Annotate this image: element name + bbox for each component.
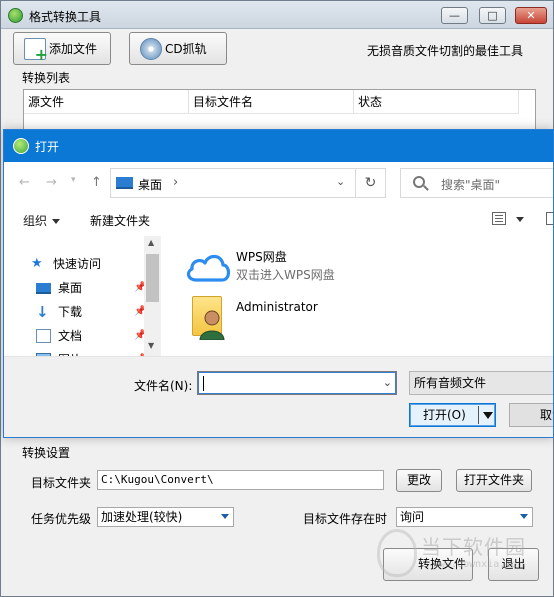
chevron-down-icon bbox=[221, 514, 229, 519]
dialog-app-icon bbox=[13, 138, 29, 154]
file-name: Administrator bbox=[236, 300, 318, 314]
dialog-title: 打开 bbox=[35, 140, 60, 154]
chevron-down-icon bbox=[52, 219, 61, 224]
file-subtitle: 双击进入WPS网盘 bbox=[236, 268, 335, 282]
nav-item-label: 快速访问 bbox=[53, 257, 102, 271]
cd-grab-button[interactable]: CD抓轨 bbox=[129, 32, 227, 65]
close-button[interactable]: ✕ bbox=[515, 7, 547, 24]
nav-item-label: 下载 bbox=[58, 305, 83, 319]
open-file-dialog: 打开 ← → ▾ ↑ 桌面 › ⌄ ↻ 搜索"桌面" 组织 新建文件夹 ★ 快速… bbox=[3, 129, 554, 438]
dialog-command-bar: 组织 新建文件夹 bbox=[4, 202, 553, 236]
convert-list-label: 转换列表 bbox=[22, 71, 71, 85]
search-input[interactable]: 搜索"桌面" bbox=[400, 168, 553, 198]
organize-label: 组织 bbox=[23, 214, 48, 228]
file-exists-select[interactable]: 询问 bbox=[396, 507, 533, 527]
filename-input[interactable]: ⌄ bbox=[197, 371, 397, 395]
scroll-up-icon[interactable]: ▲ bbox=[148, 238, 154, 247]
open-folder-button[interactable]: 打开文件夹 bbox=[456, 469, 532, 492]
add-file-label: 添加文件 bbox=[49, 42, 98, 56]
dialog-nav-row: ← → ▾ ↑ 桌面 › ⌄ ↻ 搜索"桌面" bbox=[4, 162, 553, 202]
view-options-icon[interactable] bbox=[492, 212, 506, 225]
nav-pane-scrollbar[interactable]: ▲ ▼ bbox=[144, 236, 161, 356]
chevron-down-icon[interactable] bbox=[483, 412, 493, 419]
chevron-down-icon[interactable]: ⌄ bbox=[336, 175, 345, 188]
user-avatar-icon bbox=[199, 310, 225, 340]
app-logo-icon bbox=[8, 8, 23, 23]
convert-button[interactable]: 转换文件 bbox=[383, 548, 473, 581]
refresh-button[interactable]: ↻ bbox=[356, 168, 386, 198]
target-folder-label: 目标文件夹 bbox=[31, 476, 92, 490]
chevron-down-icon[interactable]: ⌄ bbox=[383, 376, 392, 389]
maximize-button[interactable]: □ bbox=[479, 7, 506, 24]
cd-icon bbox=[140, 37, 162, 60]
desktop-icon bbox=[36, 283, 51, 294]
dialog-titlebar[interactable]: 打开 bbox=[4, 130, 553, 162]
change-folder-button[interactable]: 更改 bbox=[396, 469, 442, 492]
file-exists-label: 目标文件存在时 bbox=[303, 512, 388, 526]
add-file-button[interactable]: 添加文件 bbox=[13, 32, 111, 65]
filetype-select[interactable]: 所有音频文件 bbox=[409, 371, 553, 395]
scroll-down-icon[interactable]: ▼ bbox=[148, 341, 154, 350]
back-arrow-icon[interactable]: ← bbox=[19, 175, 30, 190]
app-titlebar[interactable]: 格式转换工具 — □ ✕ bbox=[1, 1, 553, 29]
chevron-down-icon[interactable] bbox=[516, 217, 524, 222]
nav-item-label: 桌面 bbox=[58, 281, 83, 295]
open-button[interactable]: 打开(O) bbox=[409, 403, 496, 427]
forward-arrow-icon[interactable]: → bbox=[46, 175, 57, 190]
document-icon bbox=[36, 329, 51, 343]
up-arrow-icon[interactable]: ↑ bbox=[91, 175, 102, 190]
organize-menu[interactable]: 组织 bbox=[23, 212, 61, 229]
priority-label: 任务优先级 bbox=[31, 512, 92, 526]
preview-pane-icon[interactable] bbox=[546, 212, 553, 225]
chevron-right-icon[interactable]: › bbox=[173, 175, 178, 190]
convert-settings-label: 转换设置 bbox=[22, 446, 71, 460]
split-divider bbox=[478, 406, 479, 424]
address-location[interactable]: 桌面 bbox=[138, 176, 162, 193]
desktop-icon bbox=[116, 177, 133, 189]
star-icon: ★ bbox=[31, 256, 43, 271]
cancel-button[interactable]: 取消 bbox=[509, 403, 553, 427]
add-file-icon bbox=[24, 37, 48, 64]
refresh-icon: ↻ bbox=[364, 175, 377, 191]
cd-grab-label: CD抓轨 bbox=[165, 42, 207, 56]
nav-item-label: 文档 bbox=[58, 329, 83, 343]
search-placeholder: 搜索"桌面" bbox=[441, 178, 501, 192]
app-slogan: 无损音质文件切割的最佳工具 bbox=[367, 44, 524, 58]
app-title: 格式转换工具 bbox=[29, 10, 102, 24]
cloud-icon bbox=[186, 254, 231, 282]
file-list: WPS网盘 双击进入WPS网盘 Administrator bbox=[164, 236, 553, 356]
download-icon: ↓ bbox=[36, 303, 49, 321]
minimize-button[interactable]: — bbox=[441, 7, 468, 24]
nav-item-label: 图片 bbox=[58, 349, 82, 356]
chevron-down-icon bbox=[520, 514, 528, 519]
file-name: WPS网盘 bbox=[236, 250, 287, 264]
address-bar[interactable]: 桌面 › ⌄ bbox=[110, 168, 356, 198]
text-caret bbox=[203, 376, 204, 391]
scrollbar-thumb[interactable] bbox=[146, 254, 159, 302]
column-header-status[interactable]: 状态 bbox=[354, 90, 519, 114]
new-folder-button[interactable]: 新建文件夹 bbox=[90, 212, 150, 229]
navigation-pane: ★ 快速访问 桌面 📌 ↓ 下载 📌 文档 📌 图片 📌 bbox=[4, 236, 161, 356]
search-icon bbox=[413, 176, 425, 188]
dialog-footer: 文件名(N): ⌄ 所有音频文件 打开(O) 取消 bbox=[4, 356, 553, 437]
filename-label: 文件名(N): bbox=[134, 379, 193, 393]
priority-select[interactable]: 加速处理(较快) bbox=[97, 507, 234, 527]
file-exists-value: 询问 bbox=[400, 510, 425, 524]
column-header-target[interactable]: 目标文件名 bbox=[189, 90, 354, 114]
recent-locations-chevron-icon[interactable]: ▾ bbox=[71, 175, 76, 185]
priority-value: 加速处理(较快) bbox=[101, 510, 183, 524]
open-button-label: 打开(O) bbox=[423, 408, 466, 422]
exit-button[interactable]: 退出 bbox=[488, 548, 539, 581]
column-header-source[interactable]: 源文件 bbox=[24, 90, 189, 114]
target-folder-input[interactable]: C:\Kugou\Convert\ bbox=[97, 470, 384, 490]
